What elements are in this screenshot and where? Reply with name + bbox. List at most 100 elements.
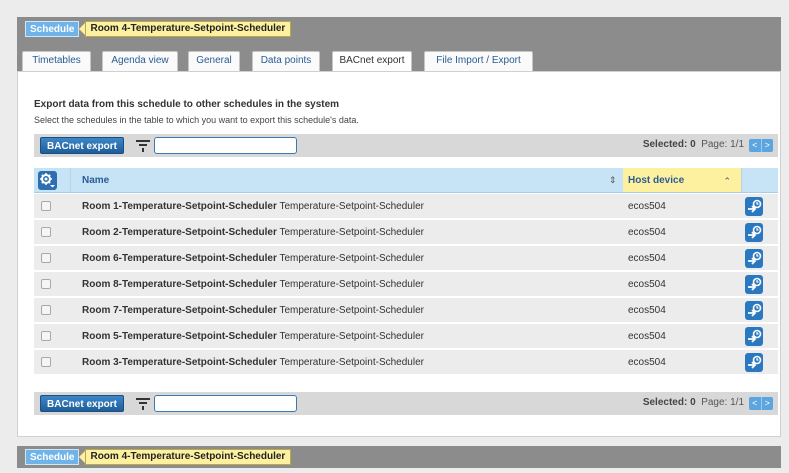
column-header-name[interactable]: Name [82,175,109,186]
row-object-name: Room 1-Temperature-Setpoint-Scheduler [82,201,277,212]
next-page-button[interactable]: > [762,139,774,152]
filter-input[interactable] [154,137,298,154]
tab-bar: Timetables Agenda view General Data poin… [17,41,781,72]
selected-label: Selected: [642,139,688,150]
row-host-device: ecos504 [628,227,666,238]
row-object-type: Temperature-Setpoint-Scheduler [279,201,424,212]
sort-icon[interactable]: ⇕ [609,175,617,186]
breadcrumb-top: Schedule Room 4-Temperature-Setpoint-Sch… [17,17,781,41]
export-arrow-icon [748,277,762,291]
page-indicator: Page: 1/1 [701,139,744,150]
sort-ascending-icon: ⌃ [723,176,731,186]
export-row-button[interactable] [745,197,763,216]
tab-data-points[interactable]: Data points [252,51,320,71]
export-arrow-icon [748,251,762,265]
row-object-name: Room 6-Temperature-Setpoint-Scheduler [82,253,277,264]
row-checkbox[interactable] [41,227,51,237]
selected-count: 0 [690,397,696,408]
row-checkbox[interactable] [41,305,51,315]
tab-agenda-view[interactable]: Agenda view [102,51,178,71]
row-checkbox[interactable] [41,279,51,289]
table-row[interactable]: Room 1-Temperature-Setpoint-Scheduler Te… [34,194,778,220]
export-row-button[interactable] [745,275,763,294]
row-object-type: Temperature-Setpoint-Scheduler [279,253,424,264]
row-host-device: ecos504 [628,331,666,342]
row-name: Room 3-Temperature-Setpoint-Scheduler Te… [82,357,424,368]
selection-status: Selected: 0 Page: 1/1 [643,139,744,150]
filter-input[interactable] [154,395,298,412]
row-name: Room 7-Temperature-Setpoint-Scheduler Te… [82,305,424,316]
tab-bacnet-export[interactable]: BACnet export [332,51,412,72]
row-checkbox[interactable] [41,201,51,211]
export-arrow-icon [748,225,762,239]
filter-icon[interactable] [136,139,151,152]
toolbar-top: BACnet export Selected: 0 Page: 1/1 < > [34,134,778,157]
row-host-device: ecos504 [628,279,666,290]
row-name: Room 2-Temperature-Setpoint-Scheduler Te… [82,227,424,238]
tab-general[interactable]: General [188,51,240,71]
column-header-host-label: Host device [628,175,685,186]
row-object-type: Temperature-Setpoint-Scheduler [279,305,424,316]
row-host-device: ecos504 [628,305,666,316]
filter-icon[interactable] [136,397,151,410]
column-settings-button[interactable] [38,171,57,190]
table-row[interactable]: Room 7-Temperature-Setpoint-Scheduler Te… [34,298,778,324]
export-row-button[interactable] [745,223,763,242]
page-indicator: Page: 1/1 [701,397,744,408]
breadcrumb-bottom: Schedule Room 4-Temperature-Setpoint-Sch… [17,446,781,468]
table-row[interactable]: Room 3-Temperature-Setpoint-Scheduler Te… [34,350,778,376]
breadcrumb-schedule[interactable]: Schedule [25,449,80,465]
bacnet-export-button[interactable]: BACnet export [40,137,125,154]
export-row-button[interactable] [745,301,763,320]
export-row-button[interactable] [745,327,763,346]
row-object-name: Room 5-Temperature-Setpoint-Scheduler [82,331,277,342]
selected-count: 0 [690,139,696,150]
export-arrow-icon [748,303,762,317]
gear-icon [40,173,55,188]
breadcrumb-object[interactable]: Room 4-Temperature-Setpoint-Scheduler [79,449,292,465]
breadcrumb-schedule[interactable]: Schedule [25,21,80,37]
export-arrow-icon [748,329,762,343]
pager: < > [749,139,773,152]
prev-page-button[interactable]: < [749,397,762,410]
prev-page-button[interactable]: < [749,139,762,152]
table-body: Room 1-Temperature-Setpoint-Scheduler Te… [34,194,778,376]
row-object-name: Room 8-Temperature-Setpoint-Scheduler [82,279,277,290]
row-checkbox[interactable] [41,357,51,367]
row-checkbox[interactable] [41,331,51,341]
row-name: Room 6-Temperature-Setpoint-Scheduler Te… [82,253,424,264]
row-object-type: Temperature-Setpoint-Scheduler [279,357,424,368]
next-page-button[interactable]: > [762,397,774,410]
bacnet-export-panel: Export data from this schedule to other … [17,71,781,437]
export-row-button[interactable] [745,353,763,372]
column-header-host-device[interactable]: Host device ⌃ [623,168,741,192]
pager: < > [749,397,773,410]
selection-status: Selected: 0 Page: 1/1 [643,397,744,408]
table-row[interactable]: Room 8-Temperature-Setpoint-Scheduler Te… [34,272,778,298]
bacnet-export-button[interactable]: BACnet export [40,395,125,412]
tab-timetables[interactable]: Timetables [22,51,91,71]
tab-file-import-export[interactable]: File Import / Export [424,51,533,71]
row-name: Room 8-Temperature-Setpoint-Scheduler Te… [82,279,424,290]
table-row[interactable]: Room 6-Temperature-Setpoint-Scheduler Te… [34,246,778,272]
table-row[interactable]: Room 2-Temperature-Setpoint-Scheduler Te… [34,220,778,246]
header-divider [70,168,71,192]
selected-label: Selected: [642,397,688,408]
header-divider [741,168,742,192]
row-name: Room 5-Temperature-Setpoint-Scheduler Te… [82,331,424,342]
table-header: Name ⇕ Host device ⌃ [34,168,778,193]
export-row-button[interactable] [745,249,763,268]
row-object-name: Room 3-Temperature-Setpoint-Scheduler [82,357,277,368]
section-subheading: Select the schedules in the table to whi… [34,115,359,125]
row-object-name: Room 7-Temperature-Setpoint-Scheduler [82,305,277,316]
row-object-type: Temperature-Setpoint-Scheduler [279,279,424,290]
row-name: Room 1-Temperature-Setpoint-Scheduler Te… [82,201,424,212]
row-checkbox[interactable] [41,253,51,263]
row-object-name: Room 2-Temperature-Setpoint-Scheduler [82,227,277,238]
row-host-device: ecos504 [628,201,666,212]
row-object-type: Temperature-Setpoint-Scheduler [279,331,424,342]
export-arrow-icon [748,199,762,213]
row-object-type: Temperature-Setpoint-Scheduler [279,227,424,238]
table-row[interactable]: Room 5-Temperature-Setpoint-Scheduler Te… [34,324,778,350]
breadcrumb-object[interactable]: Room 4-Temperature-Setpoint-Scheduler [79,21,292,37]
